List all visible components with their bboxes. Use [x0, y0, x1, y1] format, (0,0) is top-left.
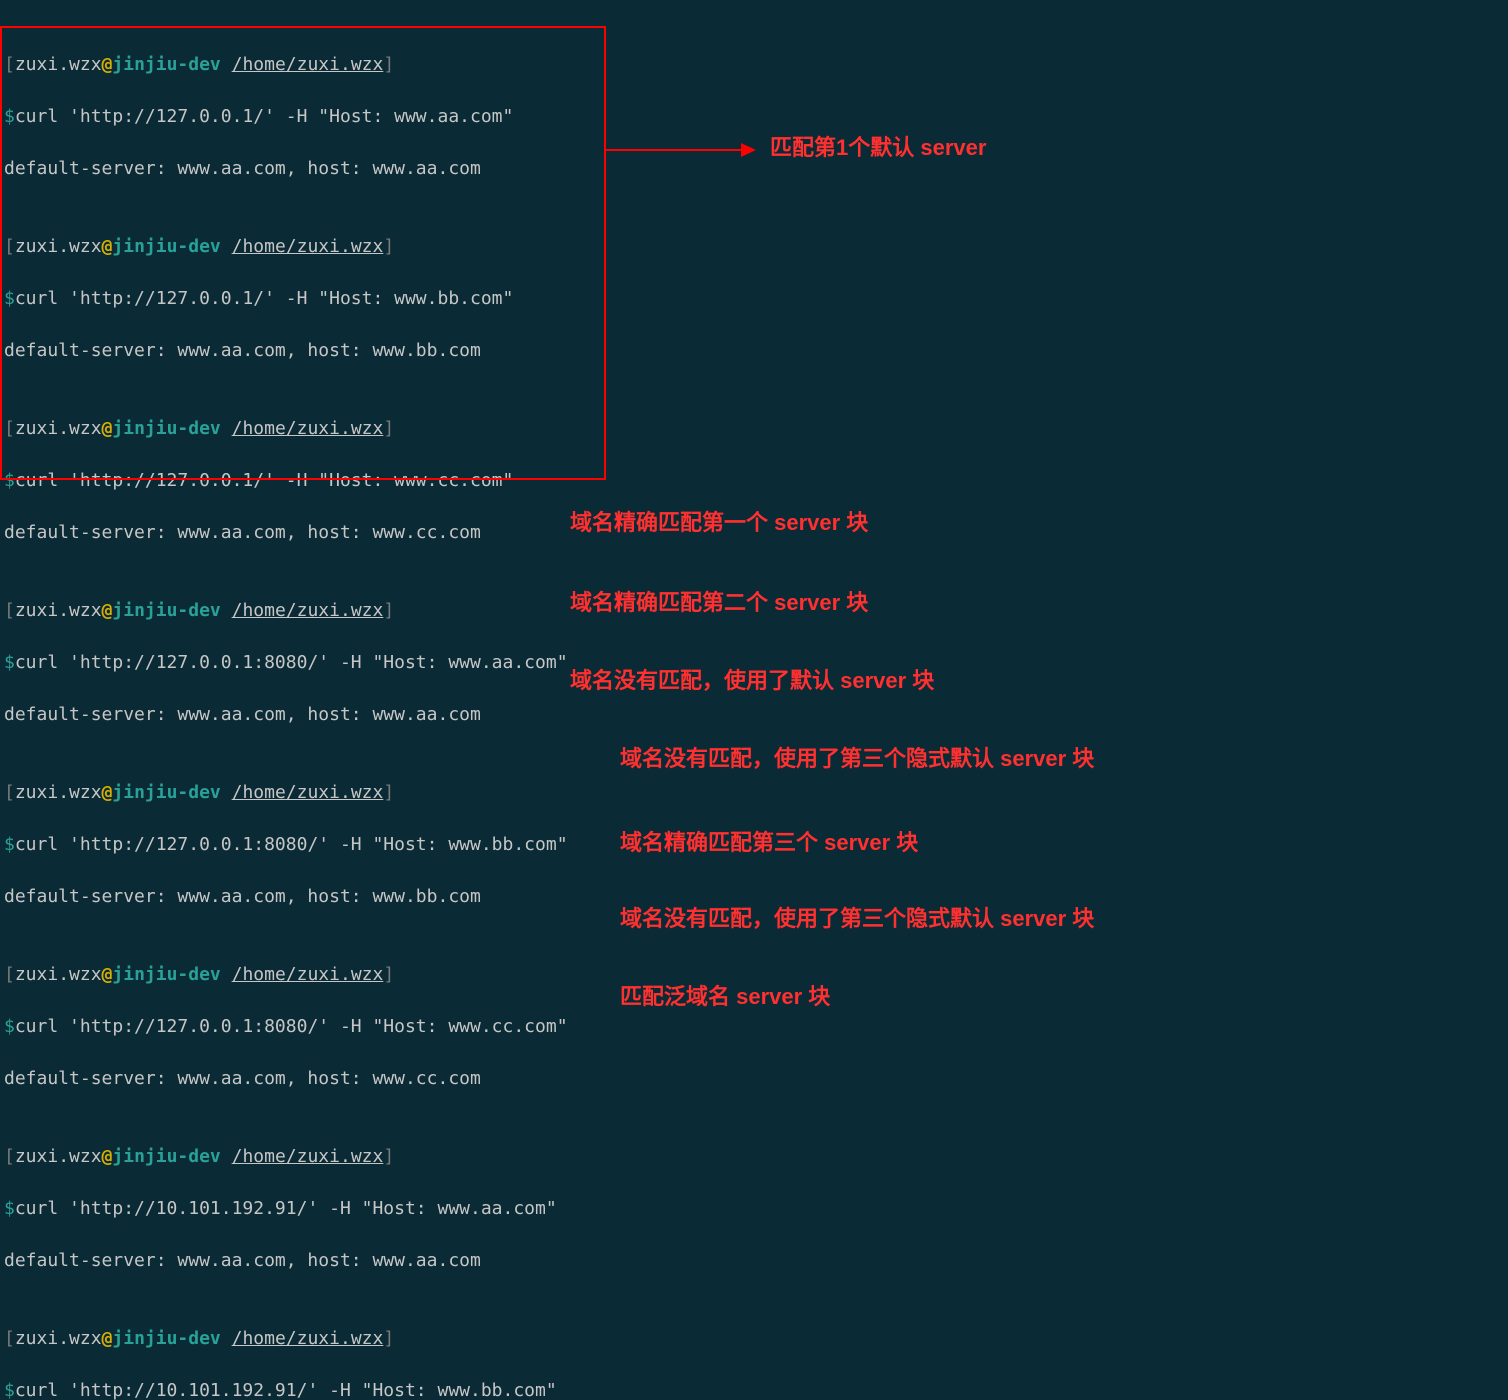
command-line: $curl 'http://10.101.192.91/' -H "Host: … [4, 1196, 1504, 1222]
output-line: default-server: www.aa.com, host: www.aa… [4, 702, 1504, 728]
output-line: default-server: www.aa.com, host: www.aa… [4, 1248, 1504, 1274]
output-line: default-server: www.aa.com, host: www.cc… [4, 1066, 1504, 1092]
annotation-exact-match-3: 域名精确匹配第三个 server 块 [620, 830, 918, 856]
prompt-line: [zuxi.wzx@jinjiu-dev /home/zuxi.wzx] [4, 234, 1504, 260]
prompt-line: [zuxi.wzx@jinjiu-dev /home/zuxi.wzx] [4, 52, 1504, 78]
bracket-icon: ] [383, 54, 394, 75]
command-line: $curl 'http://127.0.0.1/' -H "Host: www.… [4, 286, 1504, 312]
command-line: $curl 'http://127.0.0.1:8080/' -H "Host:… [4, 1014, 1504, 1040]
annotation-no-match-implicit-3a: 域名没有匹配，使用了第三个隐式默认 server 块 [620, 746, 1094, 772]
prompt-sep [221, 54, 232, 75]
prompt-line: [zuxi.wzx@jinjiu-dev /home/zuxi.wzx] [4, 416, 1504, 442]
dollar-icon: $ [4, 106, 15, 127]
annotation-wildcard-match: 匹配泛域名 server 块 [620, 984, 830, 1010]
command-line: $curl 'http://10.101.192.91/' -H "Host: … [4, 1378, 1504, 1400]
annotation-no-match-default: 域名没有匹配，使用了默认 server 块 [570, 668, 934, 694]
prompt-host: jinjiu-dev [112, 54, 220, 75]
output-line: default-server: www.aa.com, host: www.aa… [4, 156, 1504, 182]
output-line: default-server: www.aa.com, host: www.bb… [4, 338, 1504, 364]
prompt-line: [zuxi.wzx@jinjiu-dev /home/zuxi.wzx] [4, 1144, 1504, 1170]
bracket-icon: [ [4, 54, 15, 75]
annotation-default-server: 匹配第1个默认 server [770, 135, 986, 161]
at-icon: @ [102, 54, 113, 75]
prompt-line: [zuxi.wzx@jinjiu-dev /home/zuxi.wzx] [4, 780, 1504, 806]
prompt-user: zuxi.wzx [15, 54, 102, 75]
command-line: $curl 'http://127.0.0.1/' -H "Host: www.… [4, 104, 1504, 130]
annotation-no-match-implicit-3b: 域名没有匹配，使用了第三个隐式默认 server 块 [620, 906, 1094, 932]
annotation-exact-match-1: 域名精确匹配第一个 server 块 [570, 510, 868, 536]
prompt-path: /home/zuxi.wzx [232, 54, 384, 75]
annotation-exact-match-2: 域名精确匹配第二个 server 块 [570, 590, 868, 616]
prompt-line: [zuxi.wzx@jinjiu-dev /home/zuxi.wzx] [4, 1326, 1504, 1352]
command-text: curl 'http://127.0.0.1/' -H "Host: www.a… [15, 106, 514, 127]
command-line: $curl 'http://127.0.0.1/' -H "Host: www.… [4, 468, 1504, 494]
terminal[interactable]: [zuxi.wzx@jinjiu-dev /home/zuxi.wzx] $cu… [0, 0, 1508, 1400]
